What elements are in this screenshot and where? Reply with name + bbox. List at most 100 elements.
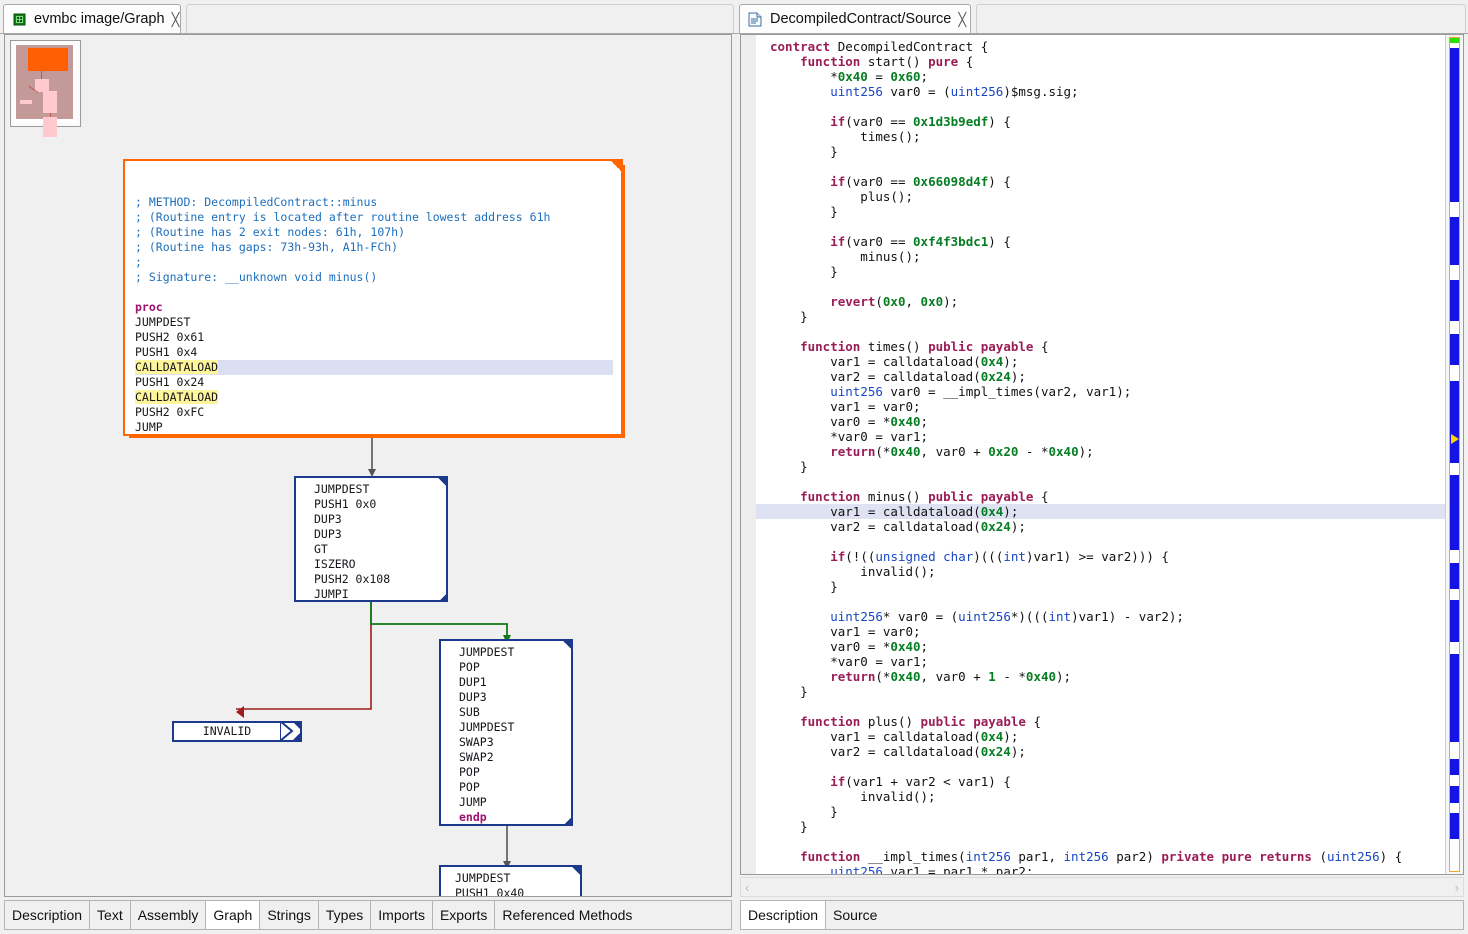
tab-types[interactable]: Types (318, 900, 370, 930)
tab-exports[interactable]: Exports (432, 900, 494, 930)
source-line[interactable]: } (756, 684, 1445, 699)
source-line[interactable]: uint256* var0 = (uint256*)(((int)var1) -… (756, 609, 1445, 624)
editor-gutter[interactable] (741, 35, 756, 874)
tab-strings[interactable]: Strings (259, 900, 318, 930)
tab-source-description[interactable]: Description (740, 900, 825, 930)
source-line[interactable]: revert(0x0, 0x0); (756, 294, 1445, 309)
source-line[interactable]: } (756, 204, 1445, 219)
tab-referenced-methods[interactable]: Referenced Methods (494, 900, 639, 930)
source-line[interactable]: uint256 var0 = (uint256)$msg.sig; (756, 84, 1445, 99)
source-line[interactable] (756, 159, 1445, 174)
scroll-left-icon[interactable]: ‹ (745, 880, 749, 895)
tab-imports[interactable]: Imports (370, 900, 432, 930)
editor-tab-graph[interactable]: evmbc image/Graph ╳ (3, 4, 181, 33)
source-line[interactable]: if(var1 + var2 < var1) { (756, 774, 1445, 789)
source-line[interactable] (756, 699, 1445, 714)
editor-tab-source[interactable]: DecompiledContract/Source ╳ (739, 4, 971, 33)
block-return[interactable]: JUMPDEST PUSH1 0x40 MLOAD SWAP1 DUP2 (439, 865, 582, 897)
entry-block-minus[interactable]: ; METHOD: DecompiledContract::minus ; (R… (123, 159, 623, 436)
ruler-segment (1450, 654, 1459, 741)
source-line[interactable]: function minus() public payable { (756, 489, 1445, 504)
source-line[interactable] (756, 834, 1445, 849)
source-editor[interactable]: contract DecompiledContract { function s… (740, 34, 1464, 875)
source-line[interactable]: *var0 = var1; (756, 429, 1445, 444)
graph-canvas[interactable]: ; METHOD: DecompiledContract::minus ; (R… (5, 35, 731, 896)
source-line[interactable]: uint256 var1 = par1 * par2; (756, 864, 1445, 874)
block-invalid[interactable]: INVALID (172, 721, 302, 742)
source-line[interactable]: var2 = calldataload(0x24); (756, 519, 1445, 534)
ruler-segment (1450, 217, 1459, 265)
source-line[interactable]: if(var0 == 0x66098d4f) { (756, 174, 1445, 189)
source-line[interactable]: var1 = var0; (756, 624, 1445, 639)
source-line[interactable]: var0 = *0x40; (756, 639, 1445, 654)
source-line[interactable]: } (756, 579, 1445, 594)
block-subtract[interactable]: JUMPDEST POP DUP1 DUP3 SUB JUMPDEST SWAP… (439, 639, 573, 826)
tab-imports-label: Imports (378, 907, 425, 923)
source-line[interactable]: times(); (756, 129, 1445, 144)
editor-tab-graph-label: evmbc image/Graph (34, 11, 165, 27)
block-compare[interactable]: JUMPDEST PUSH1 0x0 DUP3 DUP3 GT ISZERO P… (294, 476, 448, 602)
node-fold-corner-icon (570, 865, 582, 877)
code-line: ; (135, 255, 613, 270)
source-line[interactable]: return(*0x40, var0 + 0x20 - *0x40); (756, 444, 1445, 459)
source-line[interactable]: var0 = *0x40; (756, 414, 1445, 429)
source-line[interactable] (756, 594, 1445, 609)
code-line: JUMPDEST (455, 871, 572, 886)
source-line[interactable]: invalid(); (756, 564, 1445, 579)
source-line[interactable]: var2 = calldataload(0x24); (756, 744, 1445, 759)
source-line[interactable]: } (756, 144, 1445, 159)
tab-graph[interactable]: Graph (205, 900, 259, 930)
block-subtract-body: JUMPDEST POP DUP1 DUP3 SUB JUMPDEST SWAP… (441, 641, 571, 824)
source-line[interactable]: if(var0 == 0xf4f3bdc1) { (756, 234, 1445, 249)
source-line[interactable]: if(var0 == 0x1d3b9edf) { (756, 114, 1445, 129)
source-line[interactable]: *0x40 = 0x60; (756, 69, 1445, 84)
tab-text[interactable]: Text (89, 900, 130, 930)
source-line[interactable]: plus(); (756, 189, 1445, 204)
source-line[interactable]: function times() public payable { (756, 339, 1445, 354)
source-line[interactable]: } (756, 264, 1445, 279)
source-line[interactable] (756, 534, 1445, 549)
source-line[interactable]: function plus() public payable { (756, 714, 1445, 729)
source-line[interactable]: *var0 = var1; (756, 654, 1445, 669)
source-line[interactable]: invalid(); (756, 789, 1445, 804)
source-line[interactable]: } (756, 804, 1445, 819)
source-line[interactable]: if(!((unsigned char)(((int)var1) >= var2… (756, 549, 1445, 564)
source-line[interactable] (756, 759, 1445, 774)
tab-assembly[interactable]: Assembly (130, 900, 206, 930)
close-icon[interactable]: ╳ (172, 13, 180, 26)
source-line[interactable]: contract DecompiledContract { (756, 39, 1445, 54)
graph-canvas-scroll[interactable]: ; METHOD: DecompiledContract::minus ; (R… (4, 34, 732, 897)
ruler-marker-yellow-arrow (1451, 434, 1459, 444)
source-line[interactable]: function __impl_times(int256 par1, int25… (756, 849, 1445, 864)
source-line[interactable]: var2 = calldataload(0x24); (756, 369, 1445, 384)
close-icon[interactable]: ╳ (958, 13, 966, 26)
source-line[interactable]: uint256 var0 = __impl_times(var2, var1); (756, 384, 1445, 399)
source-line[interactable]: } (756, 459, 1445, 474)
block-compare-body: JUMPDEST PUSH1 0x0 DUP3 DUP3 GT ISZERO P… (296, 478, 446, 600)
source-line[interactable] (756, 474, 1445, 489)
code-line: JUMPDEST (459, 720, 563, 735)
code-line: DUP3 (459, 690, 563, 705)
source-line[interactable] (756, 99, 1445, 114)
code-line: PUSH1 0x0 (314, 497, 438, 512)
tab-source[interactable]: Source (825, 900, 884, 930)
source-line[interactable]: var1 = calldataload(0x4); (756, 729, 1445, 744)
source-line[interactable]: } (756, 309, 1445, 324)
tab-description[interactable]: Description (4, 900, 89, 930)
horizontal-scrollbar[interactable]: ‹ › (740, 877, 1464, 897)
source-line[interactable]: return(*0x40, var0 + 1 - *0x40); (756, 669, 1445, 684)
source-line[interactable]: var1 = calldataload(0x4); (756, 354, 1445, 369)
source-line-highlighted[interactable]: var1 = calldataload(0x4); (756, 504, 1445, 519)
source-line[interactable] (756, 279, 1445, 294)
source-line[interactable] (756, 324, 1445, 339)
source-line[interactable]: var1 = var0; (756, 399, 1445, 414)
source-line[interactable]: minus(); (756, 249, 1445, 264)
overview-ruler-track[interactable] (1449, 37, 1460, 872)
graph-view-pane: evmbc image/Graph ╳ (0, 0, 736, 934)
overview-ruler[interactable] (1445, 35, 1463, 874)
source-code-area[interactable]: contract DecompiledContract { function s… (756, 35, 1445, 874)
source-line[interactable] (756, 219, 1445, 234)
source-line[interactable]: function start() pure { (756, 54, 1445, 69)
scroll-right-icon[interactable]: › (1455, 880, 1459, 895)
source-line[interactable]: } (756, 819, 1445, 834)
